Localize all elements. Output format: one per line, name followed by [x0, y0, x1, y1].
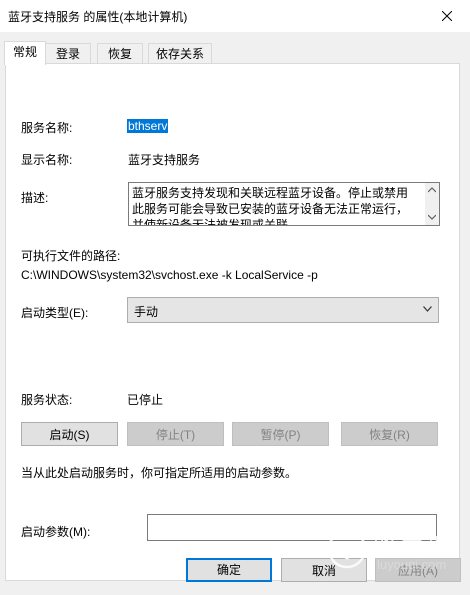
chevron-down-icon: [423, 306, 432, 312]
startup-type-value: 手动: [134, 305, 159, 319]
title-bar[interactable]: 蓝牙支持服务 的属性(本地计算机): [0, 0, 470, 32]
tab-general[interactable]: 常规: [4, 41, 46, 65]
service-name-label: 服务名称:: [21, 121, 73, 135]
path-label: 可执行文件的路径:: [21, 249, 121, 263]
dialog-frame: 常规 登录 恢复 依存关系 服务名称: bthserv 显示名称: 蓝牙支持服务…: [0, 32, 470, 595]
start-params-label: 启动参数(M):: [21, 525, 91, 539]
start-button[interactable]: 启动(S): [21, 422, 118, 446]
ok-button[interactable]: 确定: [186, 558, 272, 582]
resume-button[interactable]: 恢复(R): [341, 422, 438, 446]
scroll-up-icon[interactable]: [428, 187, 436, 193]
description-box[interactable]: 蓝牙服务支持发现和关联远程蓝牙设备。停止或禁用此服务可能会导致已安装的蓝牙设备无…: [128, 182, 440, 226]
startup-type-select[interactable]: 手动: [127, 297, 439, 323]
description-scrollbar[interactable]: [425, 183, 439, 225]
close-button[interactable]: [424, 0, 470, 32]
scroll-down-icon[interactable]: [428, 214, 436, 220]
service-status-label: 服务状态:: [21, 393, 73, 407]
watermark: 路由器 luyouqi.com: [327, 525, 467, 581]
general-tab-panel: 服务名称: bthserv 显示名称: 蓝牙支持服务 描述: 蓝牙服务支持发现和…: [5, 63, 460, 581]
pause-button[interactable]: 暂停(P): [232, 422, 329, 446]
display-name-value[interactable]: 蓝牙支持服务: [128, 151, 200, 168]
service-status-value: 已停止: [127, 393, 164, 407]
router-logo-icon: [327, 529, 367, 569]
service-name-value[interactable]: bthserv: [127, 119, 169, 133]
watermark-url: luyouqi.com: [377, 557, 447, 572]
description-text: 蓝牙服务支持发现和关联远程蓝牙设备。停止或禁用此服务可能会导致已安装的蓝牙设备无…: [132, 186, 409, 226]
startup-type-label: 启动类型(E):: [21, 306, 89, 320]
close-icon: [442, 11, 452, 21]
description-label: 描述:: [21, 191, 49, 205]
display-name-label: 显示名称:: [21, 153, 73, 167]
start-params-hint: 当从此处启动服务时，你可指定所适用的启动参数。: [21, 466, 298, 480]
tab-dependencies[interactable]: 依存关系: [148, 43, 212, 64]
tab-recovery[interactable]: 恢复: [97, 43, 143, 64]
stop-button[interactable]: 停止(T): [127, 422, 224, 446]
window-title: 蓝牙支持服务 的属性(本地计算机): [8, 10, 188, 24]
path-value: C:\WINDOWS\system32\svchost.exe -k Local…: [21, 268, 318, 282]
tab-logon[interactable]: 登录: [45, 43, 91, 64]
